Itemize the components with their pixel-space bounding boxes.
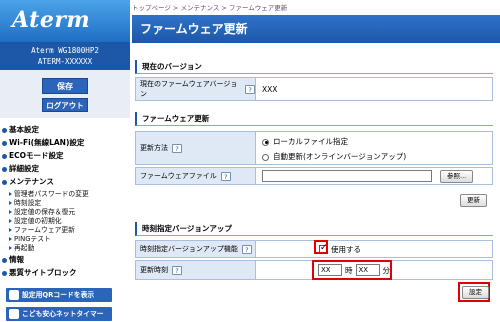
timer-icon	[9, 309, 19, 319]
device-id: ATERM-XXXXXX	[37, 57, 93, 66]
scheduled-func-label: 時刻指定バージョンアップ機能 ?	[136, 241, 256, 257]
help-icon[interactable]: ?	[241, 244, 252, 254]
save-button[interactable]: 保存	[42, 78, 88, 94]
use-label: 使用する	[331, 244, 361, 254]
model-name: Aterm WG1800HP2	[31, 46, 99, 55]
section-current-version: 現在のバージョン	[135, 60, 493, 74]
sidebar-item-maintenance[interactable]: メンテナンス	[2, 176, 54, 187]
section-firmware-update: ファームウェア更新	[135, 112, 493, 126]
bullet-icon	[2, 127, 7, 133]
update-method-row: 更新方法 ? ローカルファイル指定 自動更新(オンラインバージョンアップ)	[135, 131, 493, 165]
sidebar-item-info[interactable]: 情報	[2, 254, 24, 265]
scheduled-func-value: 使用する	[257, 241, 492, 257]
logo-banner: Aterm	[0, 0, 130, 42]
sidebar-item-advanced-settings[interactable]: 詳細設定	[2, 163, 39, 174]
sidebar-item-label: 情報	[9, 255, 24, 264]
sidebar-item-basic-settings[interactable]: 基本設定	[2, 124, 39, 135]
aterm-logo: Aterm	[12, 7, 91, 33]
current-version-row: 現在のファームウェアバージョン ? XXX	[135, 77, 493, 101]
sidebar-subitem-reboot[interactable]: 再起動	[9, 242, 34, 252]
kids-timer-button-label: こども安心ネットタイマー	[22, 310, 104, 318]
qr-code-icon	[9, 290, 19, 300]
sidebar-item-label: メンテナンス	[9, 177, 54, 186]
logout-button[interactable]: ログアウト	[42, 98, 88, 112]
update-button[interactable]: 更新	[460, 194, 487, 207]
firmware-file-input[interactable]	[262, 170, 432, 182]
radio-auto-update[interactable]: 自動更新(オンラインバージョンアップ)	[262, 151, 492, 162]
help-icon[interactable]: ?	[172, 265, 182, 275]
update-method-options: ローカルファイル指定 自動更新(オンラインバージョンアップ)	[257, 132, 492, 164]
firmware-file-row: ファームウェアファイル ? 参照...	[135, 167, 493, 185]
bullet-icon	[2, 153, 7, 159]
radio-local-file[interactable]: ローカルファイル指定	[262, 136, 492, 151]
device-info: Aterm WG1800HP2 ATERM-XXXXXX	[0, 42, 130, 70]
arrow-right-icon	[9, 192, 12, 196]
arrow-right-icon	[9, 210, 12, 214]
help-icon[interactable]: ?	[220, 171, 231, 181]
arrow-right-icon	[9, 237, 12, 241]
arrow-right-icon	[9, 246, 12, 250]
radio-unselected-icon	[262, 153, 269, 161]
radio-selected-icon	[262, 138, 269, 146]
sidebar-item-label: 基本設定	[9, 125, 39, 134]
current-version-value: XXX	[262, 84, 278, 94]
sidebar: Aterm Aterm WG1800HP2 ATERM-XXXXXX 保存 ログ…	[0, 0, 130, 322]
bullet-icon	[2, 179, 7, 185]
set-button[interactable]: 設定	[462, 286, 489, 299]
main-content: トップページ > メンテナンス > ファームウェア更新 ファームウェア更新 現在…	[132, 0, 500, 322]
highlight-time-inputs	[312, 260, 392, 280]
qr-code-button-label: 設定用QRコードを表示	[22, 291, 95, 299]
sidebar-item-label: 詳細設定	[9, 164, 39, 173]
sidebar-item-eco-mode[interactable]: ECOモード設定	[2, 150, 64, 161]
browse-button[interactable]: 参照...	[440, 169, 474, 183]
section-scheduled-update: 時刻指定バージョンアップ	[135, 222, 493, 236]
help-icon[interactable]: ?	[245, 84, 255, 94]
sidebar-item-label: Wi-Fi(無線LAN)設定	[9, 138, 85, 147]
bullet-icon	[2, 166, 7, 172]
update-method-label: 更新方法 ?	[136, 132, 256, 164]
help-icon[interactable]: ?	[172, 143, 182, 153]
highlight-checkbox	[314, 240, 328, 254]
firmware-file-value: 参照...	[257, 168, 492, 184]
qr-code-button[interactable]: 設定用QRコードを表示	[6, 288, 112, 302]
bullet-icon	[2, 140, 7, 146]
bullet-icon	[2, 257, 7, 263]
current-version-label: 現在のファームウェアバージョン ?	[136, 78, 256, 100]
sidebar-subitem-label: 再起動	[14, 244, 35, 252]
arrow-right-icon	[9, 201, 12, 205]
breadcrumb: トップページ > メンテナンス > ファームウェア更新	[132, 4, 288, 12]
sidebar-item-label: 悪質サイトブロック	[9, 268, 77, 277]
sidebar-item-wifi-settings[interactable]: Wi-Fi(無線LAN)設定	[2, 137, 84, 148]
arrow-right-icon	[9, 219, 12, 223]
sidebar-button-area: 保存 ログアウト	[0, 70, 130, 118]
sidebar-item-label: ECOモード設定	[9, 151, 64, 160]
sidebar-item-malicious-site-block[interactable]: 悪質サイトブロック	[2, 267, 77, 278]
kids-timer-button[interactable]: こども安心ネットタイマー	[6, 307, 112, 321]
page-title: ファームウェア更新	[132, 15, 500, 43]
update-time-label: 更新時刻 ?	[136, 261, 256, 279]
bullet-icon	[2, 270, 7, 276]
firmware-file-label: ファームウェアファイル ?	[136, 168, 256, 184]
arrow-right-icon	[9, 228, 12, 232]
